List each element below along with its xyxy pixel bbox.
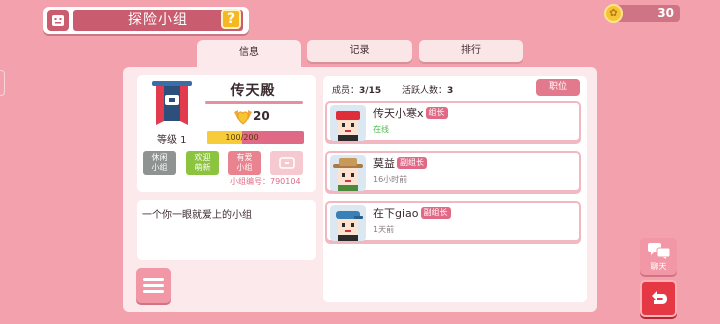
member-name: 莫益 <box>373 157 395 170</box>
menu-icon <box>143 278 164 281</box>
tag-label-line2: 小组 <box>151 163 168 172</box>
members-label: 成员： <box>332 86 360 96</box>
xp-progress-bar: 100/200 <box>207 131 304 144</box>
tag-loving-group: 有爱 小组 <box>228 151 261 175</box>
page-title: 探险小组 <box>73 10 243 31</box>
position-button[interactable]: 职位 <box>536 79 580 96</box>
group-name: 传天殿 <box>230 83 276 99</box>
back-button[interactable] <box>640 280 677 317</box>
members-value: 3/15 <box>359 86 382 96</box>
tab-info[interactable]: 信息 <box>197 40 301 70</box>
tag-newbie-welcome: 欢迎 萌新 <box>186 151 219 175</box>
role-badge: 组长 <box>425 107 448 119</box>
menu-button[interactable] <box>136 268 171 303</box>
return-arrow-icon <box>652 291 667 304</box>
tag-label-line2: 小组 <box>236 163 253 172</box>
member-name-line: 在下giao 副组长 <box>373 205 451 221</box>
active-value: 3 <box>447 86 454 96</box>
member-name: 在下giao <box>373 207 419 220</box>
group-face-icon <box>47 10 69 31</box>
member-status: 1天前 <box>373 225 395 234</box>
coin-counter: ✿ 30 <box>604 4 680 23</box>
tab-ranking[interactable]: 排行 <box>419 40 523 62</box>
group-id: 小组编号：790104 <box>230 177 301 186</box>
help-button[interactable]: ? <box>221 9 241 29</box>
member-row[interactable]: 在下giao 副组长 1天前 <box>325 201 581 242</box>
title-bar: 探险小组 ? <box>43 7 249 34</box>
badge-count: 20 <box>253 109 270 123</box>
role-badge: 副组长 <box>420 207 451 219</box>
member-row[interactable]: 传天小寒x 组长 在线 <box>325 101 581 142</box>
coin-amount: 30 <box>657 6 674 20</box>
tag-casual: 休闲 小组 <box>143 151 176 175</box>
member-status: 16小时前 <box>373 175 408 184</box>
active-label: 活跃人数： <box>402 86 448 96</box>
menu-icon <box>143 284 164 287</box>
group-level: 等级 1 <box>157 135 187 146</box>
avatar <box>330 155 366 191</box>
tag-label-line2: 萌新 <box>194 163 211 172</box>
active-count: 活跃人数：3 <box>402 83 453 96</box>
heart-badge-icon <box>232 108 254 126</box>
tag-label-line1: 欢迎 <box>194 153 211 162</box>
members-count: 成员：3/15 <box>332 83 381 96</box>
group-description: 一个你一眼就爱上的小组 <box>142 210 252 221</box>
tag-label-line1: 有爱 <box>236 153 253 162</box>
member-name-line: 莫益 副组长 <box>373 155 427 171</box>
xp-text: 100/200 <box>225 133 259 142</box>
member-row[interactable]: 莫益 副组长 16小时前 <box>325 151 581 192</box>
avatar <box>330 105 366 141</box>
tag-slot-empty[interactable] <box>270 151 303 175</box>
avatar <box>330 205 366 241</box>
side-drawer-handle[interactable] <box>0 70 5 96</box>
chat-bubble-icon <box>648 243 671 259</box>
tab-records[interactable]: 记录 <box>307 40 412 62</box>
chat-label: 聊天 <box>650 262 667 271</box>
empty-slot-icon <box>278 157 295 169</box>
menu-icon <box>143 290 164 293</box>
tag-label-line1: 休闲 <box>151 153 168 162</box>
member-name-line: 传天小寒x 组长 <box>373 105 448 121</box>
group-banner-icon <box>149 81 195 131</box>
divider <box>205 101 303 104</box>
member-name: 传天小寒x <box>373 107 424 120</box>
chat-button[interactable]: 聊天 <box>640 238 677 275</box>
member-status: 在线 <box>373 125 389 134</box>
role-badge: 副组长 <box>397 157 427 169</box>
coin-icon: ✿ <box>604 4 623 23</box>
